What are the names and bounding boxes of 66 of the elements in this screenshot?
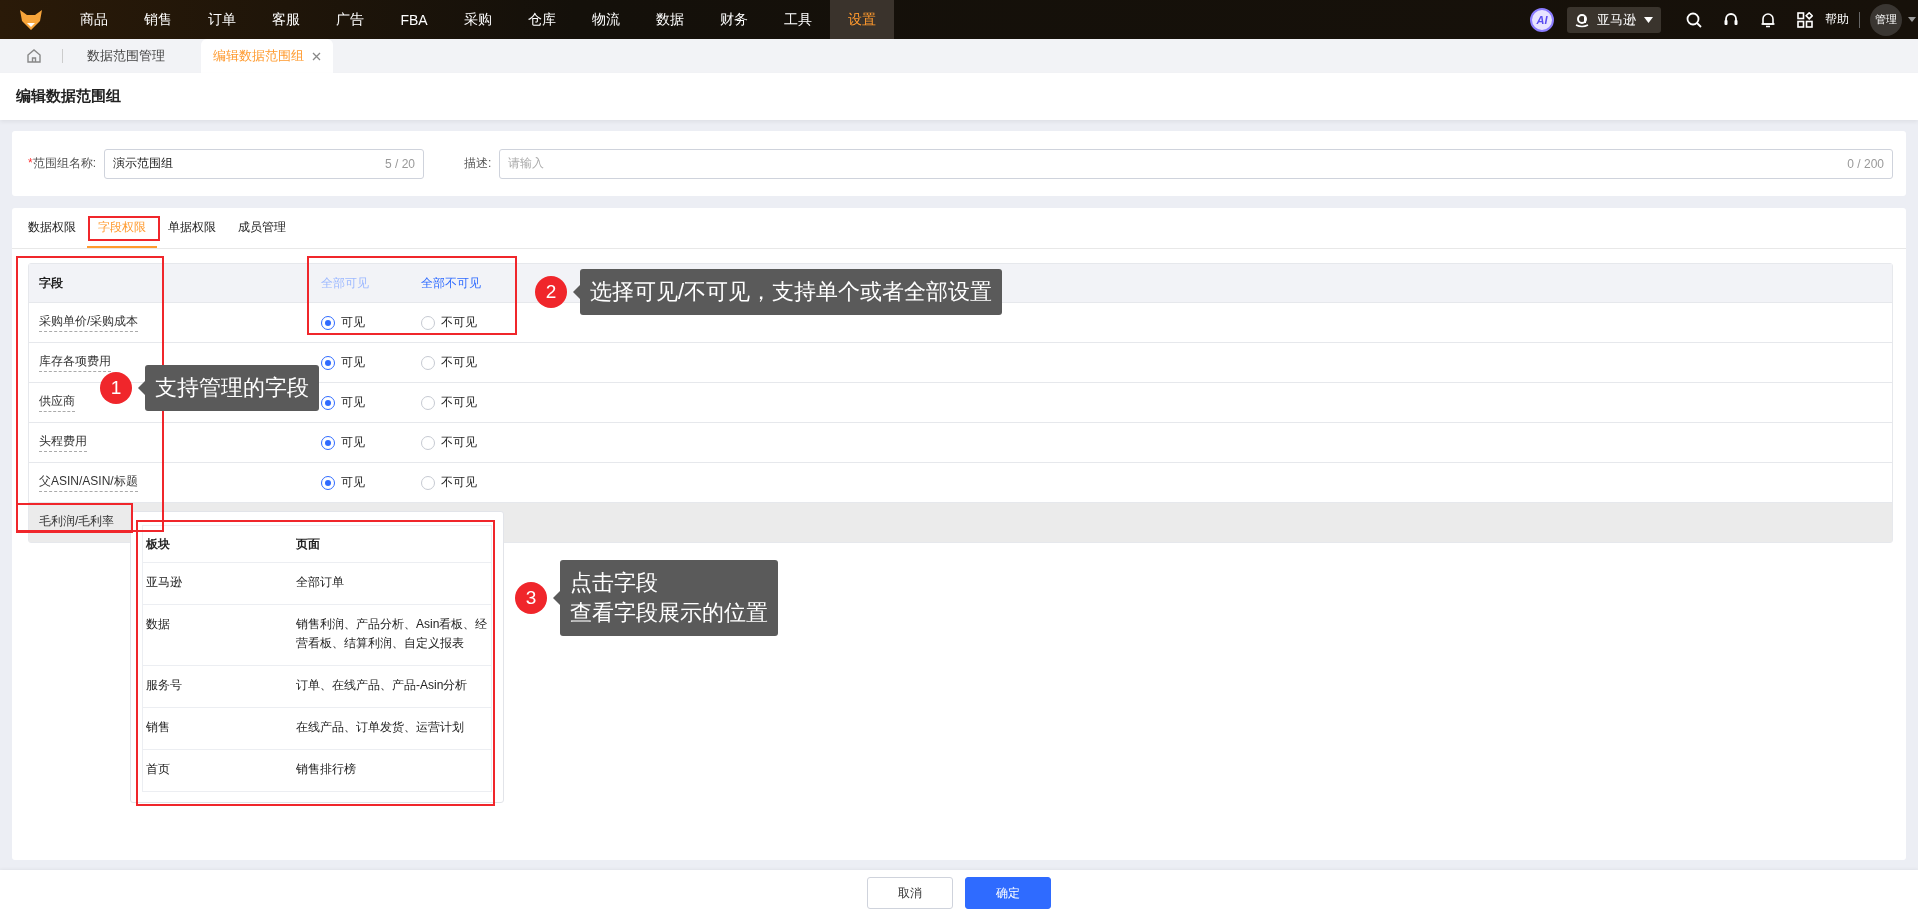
nav-menu-item[interactable]: 商品 <box>62 0 126 39</box>
bulk-action-link[interactable]: 全部不可见 <box>421 274 521 292</box>
field-name-link[interactable]: 库存各项费用 <box>39 353 111 372</box>
table-cell-text: 服务号 <box>145 677 183 694</box>
radio-option[interactable]: 可见 <box>321 314 421 331</box>
nav-menu-item[interactable]: 广告 <box>318 0 382 39</box>
nav-menu-item[interactable]: 客服 <box>254 0 318 39</box>
column-header: 字段 <box>39 274 63 292</box>
table-cell-text: 销售利润、产品分析、Asin看板、经营看板、结算利润、自定义报表 <box>295 616 489 652</box>
tab[interactable]: 数据权限 <box>28 208 87 248</box>
caret-icon[interactable] <box>1908 17 1916 22</box>
radio-option[interactable]: 可见 <box>321 474 421 491</box>
fox-logo-icon <box>19 8 43 31</box>
help-link[interactable]: 帮助 <box>1825 11 1849 28</box>
radio-option[interactable]: 不可见 <box>421 434 521 451</box>
tab[interactable]: 成员管理 <box>227 208 297 248</box>
highlight-frame <box>88 216 160 241</box>
field-name-link[interactable]: 供应商 <box>39 393 75 412</box>
radio-option[interactable]: 不可见 <box>421 474 521 491</box>
user-avatar[interactable]: 管理 <box>1870 3 1902 36</box>
page-tab[interactable]: 数据范围管理 <box>75 39 177 73</box>
close-icon[interactable] <box>312 51 321 61</box>
radio-option[interactable]: 不可见 <box>421 314 521 331</box>
field-name-link[interactable]: 头程费用 <box>39 433 87 452</box>
table-cell-text: 销售排行榜 <box>295 761 357 778</box>
tab[interactable]: 单据权限 <box>157 208 227 248</box>
column-header: 页面 <box>295 536 321 553</box>
nav-menu-item[interactable]: 物流 <box>574 0 638 39</box>
store-selector[interactable]: 亚马逊 <box>1567 6 1661 33</box>
field-name-link[interactable]: 采购单价/采购成本 <box>39 313 139 332</box>
radio-option[interactable]: 可见 <box>321 434 421 451</box>
caret-icon <box>1644 16 1653 23</box>
nav-menu-item[interactable]: 订单 <box>190 0 254 39</box>
nav-menu-item[interactable]: 财务 <box>702 0 766 39</box>
ai-badge[interactable]: AI <box>1530 7 1554 32</box>
nav-menu-item[interactable]: FBA <box>382 0 446 39</box>
table-cell-text: 销售 <box>145 719 171 736</box>
field-label: *范围组名称: <box>28 155 96 172</box>
nav-menu-item[interactable]: 数据 <box>638 0 702 39</box>
radio-option[interactable]: 可见 <box>321 394 421 411</box>
table-cell-text: 首页 <box>145 761 171 778</box>
cancel-button[interactable]: 取消 <box>867 877 953 909</box>
callout-text: 点击字段 查看字段展示的位置 <box>560 560 778 636</box>
amazon-logo-icon <box>1575 11 1589 28</box>
radio-option[interactable]: 可见 <box>321 354 421 371</box>
nav-menu-item[interactable]: 销售 <box>126 0 190 39</box>
nav-menu-item[interactable]: 设置 <box>830 0 894 39</box>
nav-menu-item[interactable]: 仓库 <box>510 0 574 39</box>
table-cell-text: 亚马逊 <box>145 574 183 591</box>
page-title: 编辑数据范围组 <box>16 87 121 106</box>
column-header: 板块 <box>145 536 171 553</box>
field-name-link[interactable]: 毛利润/毛利率 <box>39 513 115 532</box>
confirm-button[interactable]: 确定 <box>965 877 1051 909</box>
field-name-link[interactable]: 父ASIN/ASIN/标题 <box>39 473 138 492</box>
table-cell-text: 全部订单 <box>295 574 345 591</box>
text-input[interactable]: 演示范围组 5 / 20 <box>104 148 424 179</box>
table-cell-text: 订单、在线产品、产品-Asin分析 <box>295 677 469 694</box>
callout-text: 选择可见/不可见，支持单个或者全部设置 <box>580 269 1003 315</box>
callout-text: 支持管理的字段 <box>145 365 319 411</box>
nav-menu-item[interactable]: 工具 <box>766 0 830 39</box>
radio-option[interactable]: 不可见 <box>421 354 521 371</box>
table-cell-text: 数据 <box>145 616 171 633</box>
radio-option[interactable]: 不可见 <box>421 394 521 411</box>
nav-menu-item[interactable]: 采购 <box>446 0 510 39</box>
field-label: 描述: <box>464 155 492 172</box>
table-cell-text: 在线产品、订单发货、运营计划 <box>295 719 465 736</box>
